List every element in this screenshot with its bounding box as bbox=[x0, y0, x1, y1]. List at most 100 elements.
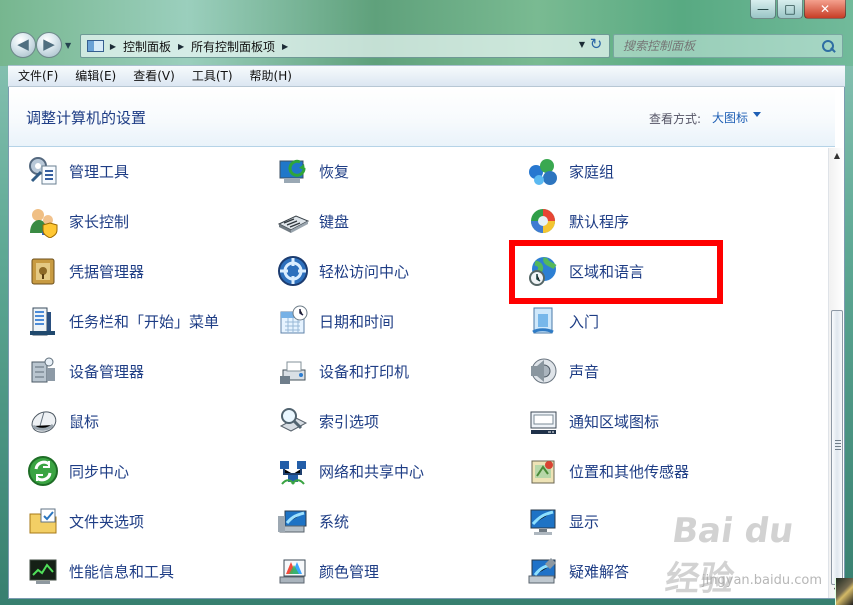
item-default-programs[interactable]: 默认程序 bbox=[526, 204, 756, 238]
date-time-icon bbox=[280, 305, 308, 334]
ease-of-access-icon bbox=[278, 256, 308, 286]
search-input[interactable] bbox=[621, 38, 801, 54]
item-display[interactable]: 显示 bbox=[526, 504, 756, 538]
item-label: 设备管理器 bbox=[69, 362, 145, 381]
item-taskbar-start-menu[interactable]: 任务栏和「开始」菜单 bbox=[26, 304, 256, 338]
item-recovery[interactable]: 恢复 bbox=[276, 154, 506, 188]
desktop-corner-thumbnail bbox=[835, 578, 853, 605]
notification-area-icon bbox=[530, 411, 557, 434]
item-device-manager[interactable]: 设备管理器 bbox=[26, 354, 256, 388]
item-notification-area[interactable]: 通知区域图标 bbox=[526, 404, 756, 438]
item-system[interactable]: 系统 bbox=[276, 504, 506, 538]
breadcrumb-control-panel[interactable]: 控制面板 bbox=[119, 38, 175, 55]
parental-controls-icon bbox=[30, 209, 58, 238]
item-label: 通知区域图标 bbox=[569, 412, 660, 431]
mouse-icon bbox=[31, 411, 57, 433]
item-mouse[interactable]: 鼠标 bbox=[26, 404, 256, 438]
menu-bar: 文件(F) 编辑(E) 查看(V) 工具(T) 帮助(H) bbox=[8, 65, 845, 87]
item-region-language[interactable]: 区域和语言 bbox=[526, 254, 756, 288]
view-mode-dropdown-icon[interactable] bbox=[753, 112, 761, 117]
item-indexing-options[interactable]: 索引选项 bbox=[276, 404, 506, 438]
item-date-time[interactable]: 日期和时间 bbox=[276, 304, 506, 338]
item-location-sensors[interactable]: 位置和其他传感器 bbox=[526, 454, 756, 488]
item-ease-of-access[interactable]: 轻松访问中心 bbox=[276, 254, 506, 288]
item-label: 同步中心 bbox=[69, 462, 130, 481]
breadcrumb-all-items[interactable]: 所有控制面板项 bbox=[187, 38, 279, 55]
folder-options-icon bbox=[29, 508, 57, 534]
sound-icon bbox=[531, 358, 557, 384]
item-label: 系统 bbox=[319, 512, 350, 531]
recovery-icon bbox=[279, 159, 306, 183]
page-title: 调整计算机的设置 bbox=[26, 109, 147, 127]
item-label: 鼠标 bbox=[69, 412, 100, 431]
item-network-sharing[interactable]: 网络和共享中心 bbox=[276, 454, 506, 488]
item-label: 性能信息和工具 bbox=[69, 562, 175, 581]
homegroup-icon bbox=[529, 159, 557, 185]
item-label: 显示 bbox=[569, 512, 600, 531]
item-label: 凭据管理器 bbox=[69, 262, 145, 281]
keyboard-icon bbox=[277, 215, 310, 233]
menu-edit[interactable]: 编辑(E) bbox=[65, 66, 123, 86]
recent-pages-dropdown-icon[interactable]: ▼ bbox=[65, 41, 75, 51]
item-color-management[interactable]: 颜色管理 bbox=[276, 554, 506, 588]
scroll-thumb[interactable] bbox=[831, 310, 843, 585]
credential-manager-icon bbox=[31, 258, 55, 285]
search-box[interactable] bbox=[613, 34, 843, 58]
item-performance[interactable]: 性能信息和工具 bbox=[26, 554, 256, 588]
item-homegroup[interactable]: 家庭组 bbox=[526, 154, 756, 188]
item-keyboard[interactable]: 键盘 bbox=[276, 204, 506, 238]
indexing-options-icon bbox=[279, 408, 308, 432]
close-button[interactable]: ✕ bbox=[804, 0, 846, 19]
menu-tools[interactable]: 工具(T) bbox=[182, 66, 240, 86]
chevron-right-icon[interactable]: ▶ bbox=[175, 42, 187, 51]
search-icon[interactable] bbox=[821, 39, 836, 54]
item-troubleshooting[interactable]: 疑难解答 bbox=[526, 554, 756, 588]
item-label: 日期和时间 bbox=[319, 312, 395, 331]
color-management-icon bbox=[279, 559, 306, 584]
address-bar[interactable]: ▶ 控制面板 ▶ 所有控制面板项 ▶ ▼ ↻ bbox=[80, 34, 610, 58]
view-mode-selector[interactable]: 大图标 bbox=[712, 109, 748, 126]
scroll-up-icon[interactable]: ▲ bbox=[832, 150, 842, 162]
item-label: 家长控制 bbox=[69, 212, 130, 231]
page-header: 调整计算机的设置 查看方式: 大图标 bbox=[9, 87, 835, 147]
refresh-icon[interactable]: ↻ bbox=[588, 37, 604, 53]
vertical-scrollbar[interactable]: ▲ ▼ bbox=[828, 148, 844, 598]
item-label: 颜色管理 bbox=[319, 562, 380, 581]
region-language-icon bbox=[529, 257, 557, 286]
item-label: 位置和其他传感器 bbox=[569, 462, 690, 481]
item-label: 声音 bbox=[569, 362, 600, 381]
item-sync-center[interactable]: 同步中心 bbox=[26, 454, 256, 488]
system-icon bbox=[278, 510, 307, 533]
control-panel-window: — □ ✕ ◀ ▶ ▼ ▶ 控制面板 ▶ 所有控制面板项 ▶ ▼ ↻ 文件(F)… bbox=[0, 0, 853, 605]
item-label: 键盘 bbox=[319, 212, 350, 231]
location-sensors-icon bbox=[531, 460, 555, 484]
back-forward-buttons: ◀ ▶ ▼ bbox=[10, 31, 71, 59]
maximize-button[interactable]: □ bbox=[777, 0, 803, 19]
chevron-right-icon[interactable]: ▶ bbox=[107, 42, 119, 51]
item-getting-started[interactable]: 入门 bbox=[526, 304, 756, 338]
item-label: 管理工具 bbox=[69, 162, 130, 181]
display-icon bbox=[530, 509, 556, 535]
performance-icon bbox=[29, 559, 57, 584]
item-admin-tools[interactable]: 管理工具 bbox=[26, 154, 256, 188]
item-devices-printers[interactable]: 设备和打印机 bbox=[276, 354, 506, 388]
menu-view[interactable]: 查看(V) bbox=[123, 66, 182, 86]
chevron-right-icon[interactable]: ▶ bbox=[279, 42, 291, 51]
back-button[interactable]: ◀ bbox=[10, 32, 36, 58]
window-controls: — □ ✕ bbox=[750, 0, 846, 19]
default-programs-icon bbox=[531, 209, 555, 233]
item-label: 疑难解答 bbox=[569, 562, 630, 581]
scroll-grip-icon bbox=[835, 440, 841, 450]
item-label: 家庭组 bbox=[569, 162, 615, 181]
troubleshooting-icon bbox=[528, 558, 556, 584]
item-sound[interactable]: 声音 bbox=[526, 354, 756, 388]
item-credential-manager[interactable]: 凭据管理器 bbox=[26, 254, 256, 288]
menu-file[interactable]: 文件(F) bbox=[8, 66, 65, 86]
item-folder-options[interactable]: 文件夹选项 bbox=[26, 504, 256, 538]
menu-help[interactable]: 帮助(H) bbox=[240, 66, 299, 86]
forward-button[interactable]: ▶ bbox=[36, 32, 62, 58]
item-parental-controls[interactable]: 家长控制 bbox=[26, 204, 256, 238]
address-dropdown-icon[interactable]: ▼ bbox=[579, 40, 585, 49]
item-label: 网络和共享中心 bbox=[319, 462, 425, 481]
minimize-button[interactable]: — bbox=[750, 0, 776, 19]
